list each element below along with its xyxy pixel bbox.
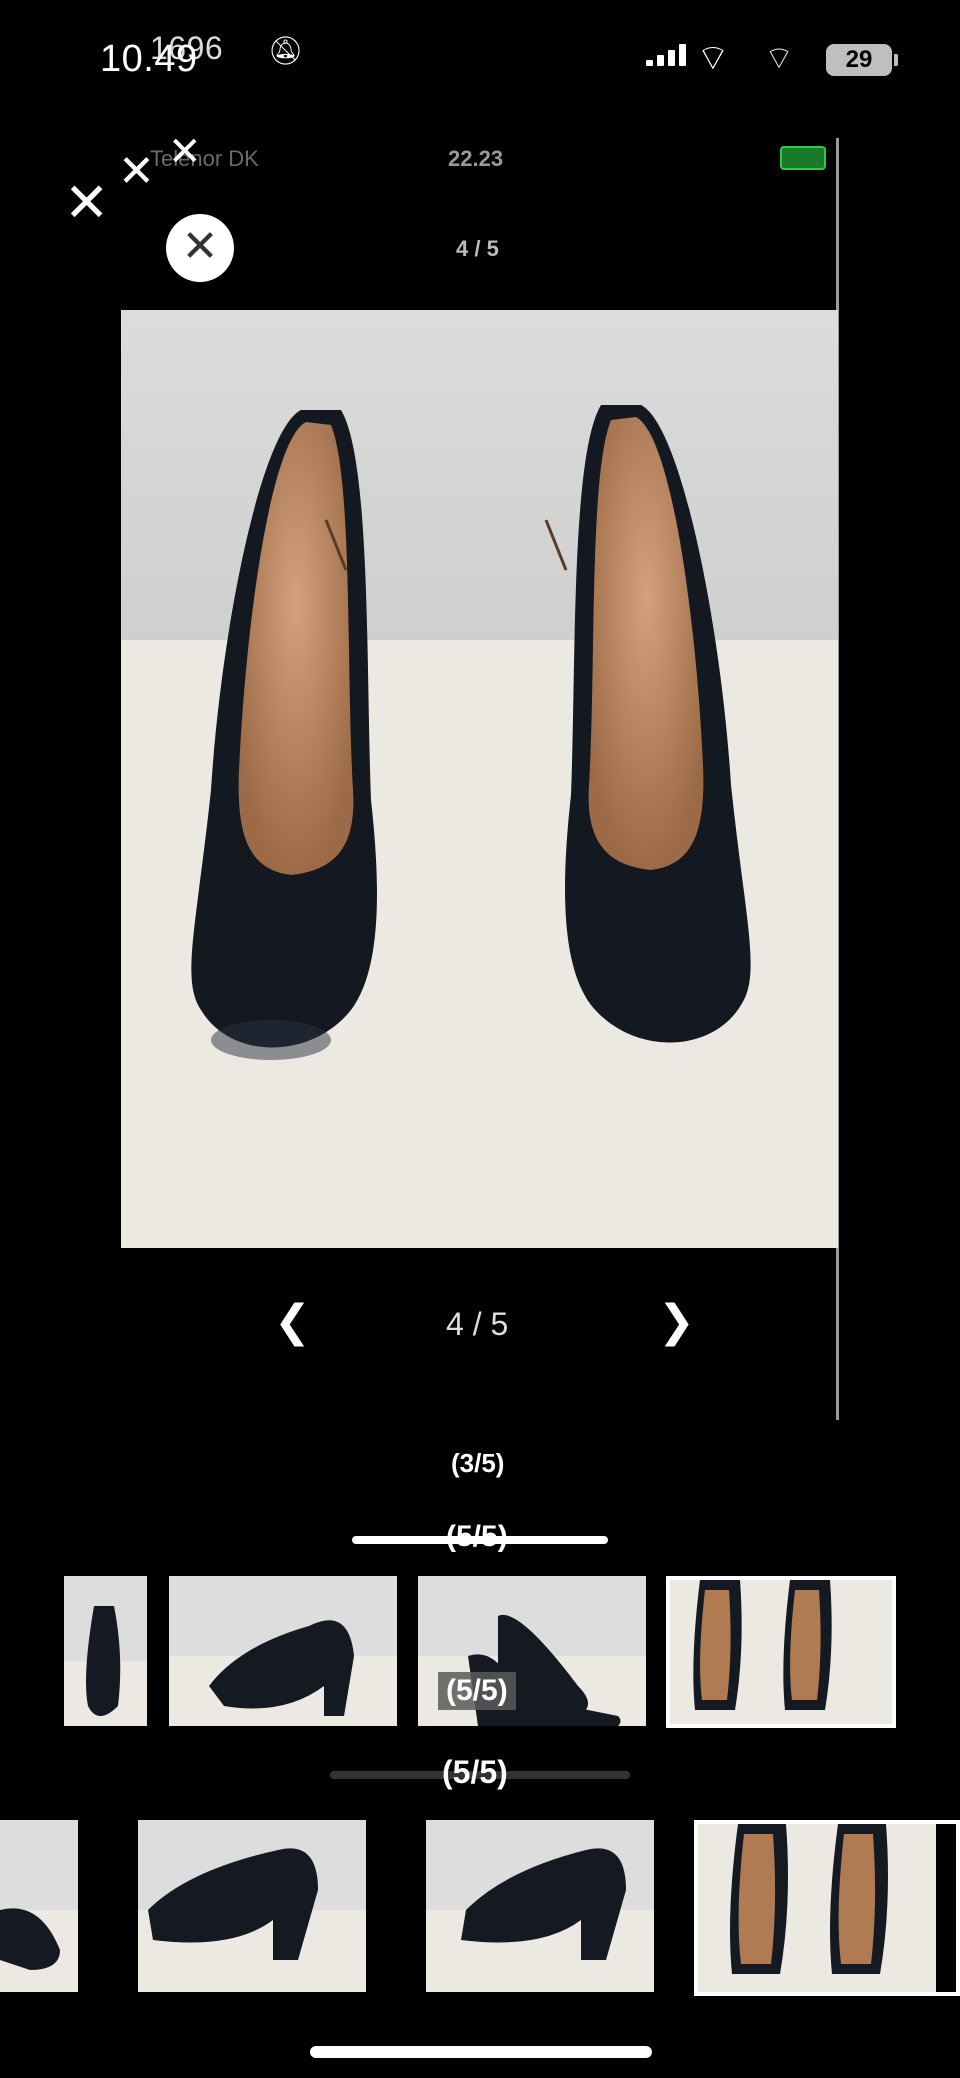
status-time-ghost: 1696: [150, 30, 224, 66]
image-index-label: (3/5): [451, 1448, 505, 1478]
thumbnail[interactable]: [169, 1576, 397, 1726]
chevron-right-icon[interactable]: ❯: [658, 1296, 695, 1347]
thumbnail[interactable]: [0, 1820, 78, 1992]
product-photo: [121, 310, 838, 1248]
thumbnail[interactable]: [64, 1576, 147, 1726]
thumbnail[interactable]: [426, 1820, 654, 1992]
image-index-label: (5/5): [438, 1672, 516, 1710]
thumbnail-selected[interactable]: [666, 1576, 896, 1728]
image-index-label: (5/5): [442, 1754, 508, 1790]
chevron-left-icon[interactable]: ❮: [274, 1296, 311, 1347]
page-counter: 4 / 5: [446, 1306, 509, 1342]
thumbnail-selected[interactable]: [694, 1820, 960, 1996]
wifi-icon: ⌔: [696, 37, 730, 78]
close-button[interactable]: ✕: [166, 214, 234, 282]
page-counter-top: 4 / 5: [456, 236, 499, 261]
status-time: 10.49 1696: [100, 30, 224, 80]
close-icon[interactable]: ✕: [118, 150, 155, 194]
signal-icon: [646, 44, 690, 66]
inner-battery-icon: [780, 146, 826, 170]
battery-indicator: 29: [826, 44, 898, 76]
close-icon[interactable]: ✕: [168, 132, 202, 172]
wifi-icon: ⌔: [764, 40, 795, 76]
close-icon[interactable]: ✕: [64, 176, 109, 230]
home-indicator[interactable]: [310, 2046, 652, 2058]
thumbnail[interactable]: [138, 1820, 366, 1992]
bell-mute-icon: 🔕︎: [268, 35, 304, 66]
image-index-label: (5/5): [446, 1520, 508, 1553]
inner-time: 22.23: [448, 146, 504, 171]
inner-carrier: Telenor DK: [150, 146, 259, 171]
